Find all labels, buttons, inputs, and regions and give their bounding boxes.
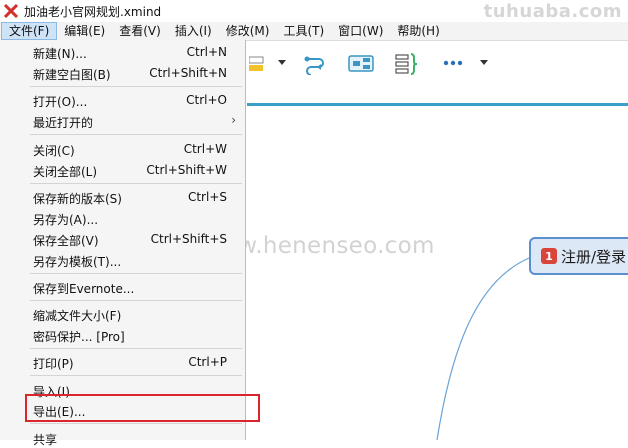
menu-bar: 文件(F) 编辑(E) 查看(V) 插入(I) 修改(M) 工具(T) 窗口(W…	[0, 22, 628, 41]
menu-item-close[interactable]: 关闭(C) Ctrl+W	[0, 139, 246, 159]
menu-help[interactable]: 帮助(H)	[390, 22, 446, 40]
chevron-right-icon: ›	[231, 113, 236, 127]
topic-label: 注册/登录	[561, 247, 627, 266]
menu-modify[interactable]: 修改(M)	[219, 22, 277, 40]
menu-separator	[30, 86, 242, 87]
menu-item-close-all[interactable]: 关闭全部(L) Ctrl+Shift+W	[0, 160, 246, 180]
chevron-down-icon[interactable]	[277, 59, 287, 67]
menu-insert[interactable]: 插入(I)	[168, 22, 219, 40]
topic-style-icon[interactable]	[249, 53, 267, 73]
priority-badge: 1	[541, 248, 557, 264]
menu-separator	[30, 300, 242, 301]
menu-item-reduce-size[interactable]: 缩减文件大小(F)	[0, 304, 246, 324]
menu-item-save-version[interactable]: 保存新的版本(S) Ctrl+S	[0, 187, 246, 207]
file-menu-dropdown: 新建(N)... Ctrl+N 新建空白图(B) Ctrl+Shift+N 打开…	[0, 40, 246, 447]
menu-separator	[30, 348, 242, 349]
window-title: 加油老小官网规划.xmind	[24, 4, 162, 19]
chevron-down-icon[interactable]	[479, 59, 489, 67]
menu-item-save-as[interactable]: 另存为(A)...	[0, 208, 246, 228]
more-icon[interactable]	[443, 60, 463, 66]
xmind-app-icon	[4, 4, 18, 18]
topic-register-login[interactable]: 1 注册/登录	[529, 237, 628, 275]
menu-item-print[interactable]: 打印(P) Ctrl+P	[0, 352, 246, 372]
export-highlight-box	[25, 394, 260, 422]
toolbar	[247, 41, 628, 103]
watermark-top: tuhuaba.com	[483, 1, 622, 22]
menu-edit[interactable]: 编辑(E)	[57, 22, 112, 40]
menu-file[interactable]: 文件(F)	[1, 22, 58, 40]
menu-separator	[30, 273, 242, 274]
menu-item-new[interactable]: 新建(N)... Ctrl+N	[0, 42, 246, 62]
menu-separator	[30, 423, 242, 424]
menu-item-open[interactable]: 打开(O)... Ctrl+O	[0, 90, 246, 110]
summary-icon[interactable]	[395, 53, 419, 75]
menu-item-save-evernote[interactable]: 保存到Evernote...	[0, 277, 246, 297]
menu-item-save-all[interactable]: 保存全部(V) Ctrl+Shift+S	[0, 229, 246, 249]
menu-window[interactable]: 窗口(W)	[331, 22, 390, 40]
boundary-icon[interactable]	[348, 53, 374, 73]
menu-separator	[30, 134, 242, 135]
menu-item-new-blank[interactable]: 新建空白图(B) Ctrl+Shift+N	[0, 63, 246, 83]
menu-item-save-as-template[interactable]: 另存为模板(T)...	[0, 250, 246, 270]
menu-tools[interactable]: 工具(T)	[276, 22, 331, 40]
relationship-icon[interactable]	[303, 53, 327, 75]
menu-item-password[interactable]: 密码保护... [Pro]	[0, 325, 246, 345]
menu-item-share[interactable]: 共享	[0, 428, 246, 448]
menu-separator	[30, 375, 242, 376]
menu-item-recent[interactable]: 最近打开的 ›	[0, 111, 246, 131]
menu-separator	[30, 183, 242, 184]
menu-view[interactable]: 查看(V)	[112, 22, 168, 40]
